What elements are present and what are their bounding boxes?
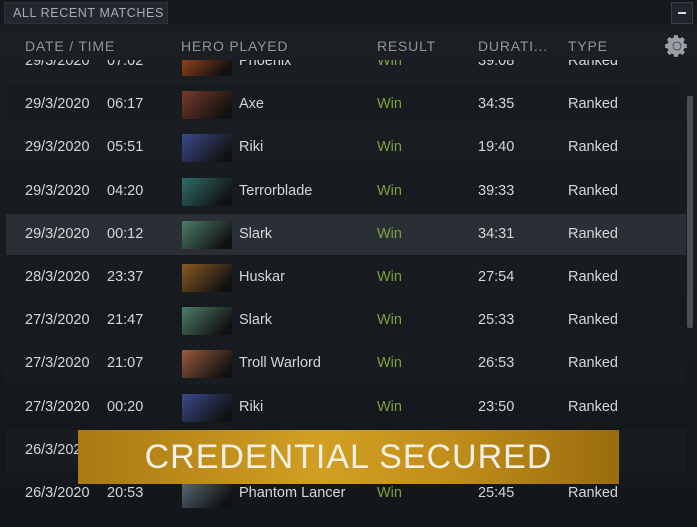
column-hero-played[interactable]: HERO PLAYED bbox=[181, 38, 288, 54]
match-type: Ranked bbox=[568, 182, 618, 199]
match-duration: 39:33 bbox=[478, 182, 515, 199]
match-duration: 25:33 bbox=[478, 312, 515, 329]
credential-secured-banner: CREDENTIAL SECURED bbox=[78, 430, 619, 484]
match-duration: 19:40 bbox=[478, 139, 515, 156]
match-row[interactable]: 27/3/2020 21:07 Troll Warlord Win 26:53 Ranke… bbox=[6, 343, 686, 385]
match-time: 21:07 bbox=[107, 355, 144, 372]
match-time: 20:53 bbox=[107, 485, 144, 501]
column-duration[interactable]: DURATI... bbox=[478, 38, 548, 54]
title-tab: ALL RECENT MATCHES bbox=[4, 2, 168, 24]
match-row[interactable]: 29/3/2020 05:51 Riki Win 19:40 Ranked bbox=[6, 127, 686, 168]
match-time: 21:47 bbox=[107, 312, 144, 329]
hero-name: Slark bbox=[239, 312, 273, 329]
panel-title: ALL RECENT MATCHES bbox=[13, 6, 164, 20]
match-duration: 27:54 bbox=[478, 269, 515, 285]
match-row[interactable]: 27/3/2020 00:20 Riki Win 23:50 Ranked bbox=[6, 387, 686, 428]
hero-name: Riki bbox=[239, 139, 264, 156]
match-result: Win bbox=[377, 312, 402, 329]
column-type[interactable]: TYPE bbox=[568, 38, 608, 54]
recent-matches-panel: 29/3/2020 07:02 Phoenix Win 39:08 Ranked 29/3/… bbox=[0, 0, 697, 527]
match-type: Ranked bbox=[568, 96, 618, 113]
match-type: Ranked bbox=[568, 269, 618, 285]
match-date: 29/3/2020 bbox=[25, 182, 90, 199]
match-duration: 25:45 bbox=[478, 485, 515, 501]
hero-name: Huskar bbox=[239, 269, 285, 285]
hero-portrait bbox=[182, 134, 232, 163]
match-type: Ranked bbox=[568, 312, 618, 329]
match-result: Win bbox=[377, 485, 402, 501]
title-bar: ALL RECENT MATCHES bbox=[0, 0, 697, 24]
column-result[interactable]: RESULT bbox=[377, 38, 436, 54]
minimize-icon[interactable] bbox=[671, 2, 693, 24]
match-result: Win bbox=[377, 269, 402, 285]
match-row[interactable]: 29/3/2020 00:12 Slark Win 34:31 Ranked bbox=[6, 213, 686, 255]
match-result: Win bbox=[377, 182, 402, 199]
match-duration: 34:31 bbox=[478, 225, 515, 242]
match-time: 00:20 bbox=[107, 398, 144, 415]
match-type: Ranked bbox=[568, 398, 618, 415]
hero-portrait bbox=[182, 307, 232, 336]
match-time: 05:51 bbox=[107, 139, 144, 156]
match-time: 04:20 bbox=[107, 182, 144, 199]
gear-icon[interactable] bbox=[664, 33, 690, 59]
scrollbar-thumb[interactable] bbox=[687, 96, 693, 328]
match-type: Ranked bbox=[568, 355, 618, 372]
match-type: Ranked bbox=[568, 485, 618, 501]
hero-name: Troll Warlord bbox=[239, 355, 321, 372]
hero-name: Riki bbox=[239, 398, 264, 415]
match-date: 27/3/2020 bbox=[25, 398, 90, 415]
banner-text: CREDENTIAL SECURED bbox=[144, 438, 553, 476]
hero-portrait bbox=[182, 177, 232, 206]
match-row[interactable]: 29/3/2020 04:20 Terrorblade Win 39:33 Ranked bbox=[6, 170, 686, 212]
match-row[interactable]: 29/3/2020 06:17 Axe Win 34:35 Ranked bbox=[6, 84, 686, 126]
hero-name: Slark bbox=[239, 225, 273, 242]
match-duration: 34:35 bbox=[478, 96, 515, 113]
match-result: Win bbox=[377, 96, 402, 113]
match-type: Ranked bbox=[568, 139, 618, 156]
match-date: 29/3/2020 bbox=[25, 225, 90, 242]
match-date: 29/3/2020 bbox=[25, 96, 90, 113]
hero-name: Phantom Lancer bbox=[239, 485, 346, 501]
match-result: Win bbox=[377, 225, 402, 242]
hero-portrait bbox=[182, 350, 232, 379]
hero-portrait bbox=[182, 264, 232, 292]
match-result: Win bbox=[377, 355, 402, 372]
match-type: Ranked bbox=[568, 225, 618, 242]
match-date: 26/3/2020 bbox=[25, 485, 90, 501]
match-date: 29/3/2020 bbox=[25, 139, 90, 156]
match-result: Win bbox=[377, 139, 402, 156]
match-row[interactable]: 27/3/2020 21:47 Slark Win 25:33 Ranked bbox=[6, 300, 686, 341]
match-time: 23:37 bbox=[107, 269, 144, 285]
hero-name: Axe bbox=[239, 96, 264, 113]
match-duration: 26:53 bbox=[478, 355, 515, 372]
match-date: 27/3/2020 bbox=[25, 355, 90, 372]
match-row[interactable]: 28/3/2020 23:37 Huskar Win 27:54 Ranked bbox=[6, 257, 686, 298]
match-time: 06:17 bbox=[107, 96, 144, 113]
hero-portrait bbox=[182, 91, 232, 120]
hero-portrait bbox=[182, 220, 232, 249]
match-time: 00:12 bbox=[107, 225, 144, 242]
column-header: DATE / TIME HERO PLAYED RESULT DURATI...… bbox=[0, 32, 697, 60]
match-date: 27/3/2020 bbox=[25, 312, 90, 329]
hero-portrait bbox=[182, 393, 232, 422]
hero-name: Terrorblade bbox=[239, 182, 313, 199]
hero-portrait bbox=[182, 480, 232, 508]
match-date: 28/3/2020 bbox=[25, 269, 90, 285]
match-duration: 23:50 bbox=[478, 398, 515, 415]
match-result: Win bbox=[377, 398, 402, 415]
column-date-time[interactable]: DATE / TIME bbox=[25, 38, 115, 54]
